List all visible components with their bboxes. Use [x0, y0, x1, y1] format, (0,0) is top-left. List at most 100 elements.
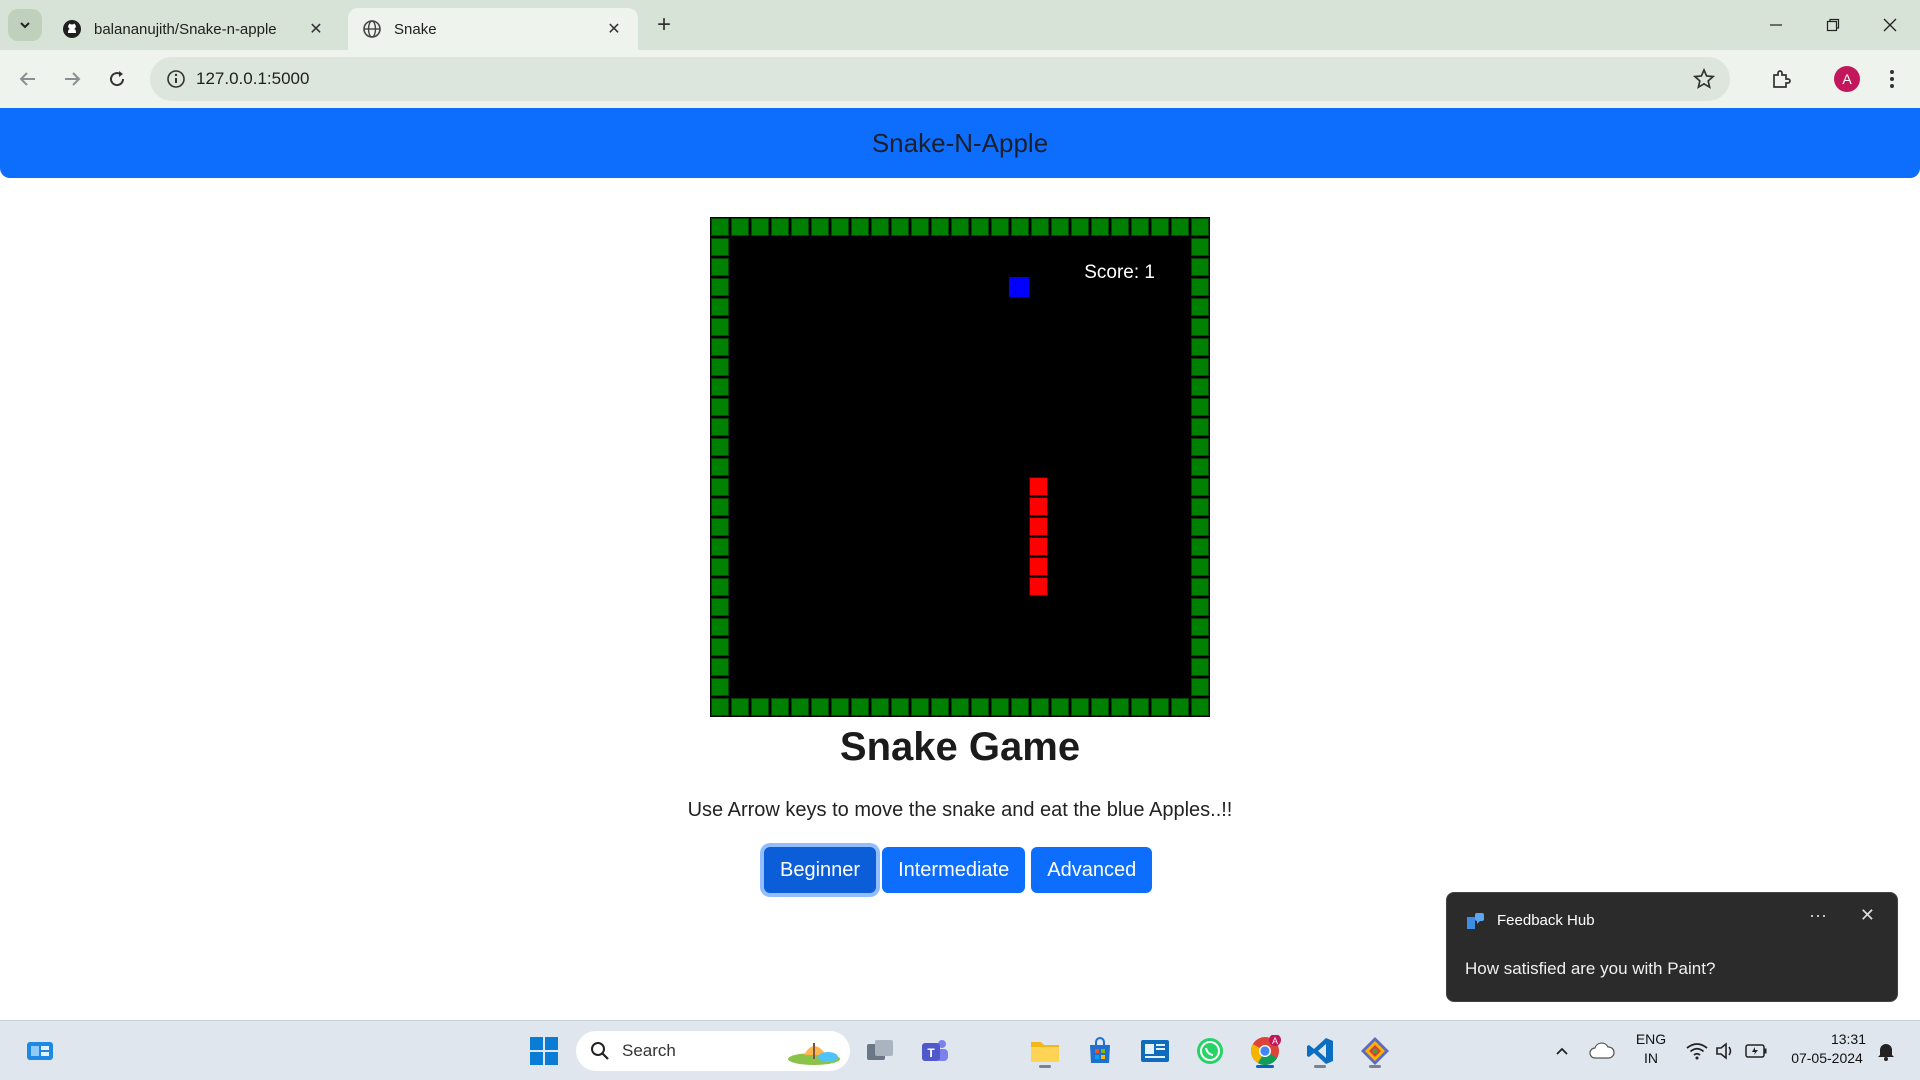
wall-block [1191, 318, 1209, 336]
svg-text:T: T [927, 1046, 935, 1060]
bookmark-star-icon[interactable] [1692, 67, 1716, 91]
more-vertical-icon [1890, 70, 1894, 88]
wall-block [1131, 218, 1149, 236]
navbar-brand[interactable]: Snake-N-Apple [872, 128, 1048, 159]
wall-block [971, 698, 989, 716]
extensions-button[interactable] [1763, 61, 1799, 97]
wall-block [1191, 418, 1209, 436]
wall-block [1031, 218, 1049, 236]
game-board[interactable]: Score: 1 [710, 217, 1210, 717]
intermediate-button[interactable]: Intermediate [882, 847, 1026, 893]
wall-block [1171, 218, 1189, 236]
wall-block [1191, 498, 1209, 516]
wall-block [771, 218, 789, 236]
wall-block [1191, 238, 1209, 256]
notifications-button[interactable] [1866, 1031, 1906, 1071]
wall-block [711, 418, 729, 436]
wall-block [1091, 698, 1109, 716]
snake-segment [1029, 477, 1048, 496]
avatar: A [1834, 66, 1860, 92]
snake-segment [1029, 557, 1048, 576]
news-app-button[interactable] [1135, 1031, 1175, 1071]
clock[interactable]: 13:31 07-05-2024 [1782, 1030, 1872, 1068]
close-tab-icon[interactable]: ✕ [306, 19, 326, 39]
forward-button[interactable] [54, 61, 90, 97]
task-view-button[interactable] [860, 1031, 900, 1071]
microsoft-store-button[interactable] [1080, 1031, 1120, 1071]
instructions-text: Use Arrow keys to move the snake and eat… [687, 799, 1233, 821]
wall-block [971, 218, 989, 236]
toast-more-button[interactable]: ··· [1809, 905, 1827, 926]
wall-block [1191, 358, 1209, 376]
whatsapp-button[interactable] [1190, 1031, 1230, 1071]
toast-close-button[interactable]: ✕ [1860, 905, 1875, 926]
browser-menu-button[interactable] [1874, 61, 1910, 97]
minimize-button[interactable] [1748, 0, 1804, 50]
paint-app-button[interactable] [1355, 1031, 1395, 1071]
wall-block [711, 498, 729, 516]
page-content: Snake-N-Apple Score: 1 Snake Game Use Ar… [0, 108, 1920, 1020]
profile-button[interactable]: A [1829, 61, 1865, 97]
wall-block [1191, 698, 1209, 716]
folder-icon [1031, 1042, 1059, 1062]
page-title: Snake Game [839, 725, 1081, 769]
wall-block [711, 358, 729, 376]
address-bar[interactable]: 127.0.0.1:5000 [150, 57, 1730, 101]
wall-block [931, 698, 949, 716]
onedrive-button[interactable] [1582, 1031, 1622, 1071]
tab-snake[interactable]: Snake ✕ [348, 8, 638, 50]
navbar: Snake-N-Apple [0, 108, 1920, 178]
wall-block [1051, 698, 1069, 716]
wall-block [711, 658, 729, 676]
wall-block [851, 698, 869, 716]
close-tab-icon[interactable]: ✕ [604, 19, 624, 39]
wall-block [871, 218, 889, 236]
chevron-up-icon [1556, 1047, 1568, 1055]
reload-button[interactable] [99, 61, 135, 97]
wall-block [1191, 518, 1209, 536]
restore-button[interactable] [1805, 0, 1861, 50]
wall-block [711, 538, 729, 556]
chrome-button[interactable]: A [1245, 1031, 1285, 1071]
arrow-right-icon [65, 72, 81, 86]
vscode-button[interactable] [1300, 1031, 1340, 1071]
back-button[interactable] [10, 61, 46, 97]
wall-block [991, 218, 1009, 236]
language-indicator[interactable]: ENG IN [1628, 1030, 1674, 1068]
snake-segment [1029, 537, 1048, 556]
wall-block [711, 378, 729, 396]
feedback-toast[interactable]: Feedback Hub ··· ✕ How satisfied are you… [1446, 892, 1898, 1002]
battery-button[interactable] [1736, 1031, 1776, 1071]
speaker-icon [1716, 1042, 1732, 1060]
file-explorer-button[interactable] [1025, 1031, 1065, 1071]
wall-block [1191, 278, 1209, 296]
tab-search-button[interactable] [8, 9, 42, 41]
show-hidden-icons-button[interactable] [1542, 1031, 1582, 1071]
close-window-button[interactable] [1862, 0, 1918, 50]
wall-block [1191, 458, 1209, 476]
wall-block [811, 698, 829, 716]
widgets-button[interactable] [20, 1031, 60, 1071]
tab-title: balananujith/Snake-n-apple [94, 20, 277, 38]
wall-block [711, 678, 729, 696]
start-button[interactable] [524, 1031, 564, 1071]
wall-block [1191, 298, 1209, 316]
url-text: 127.0.0.1:5000 [196, 69, 310, 88]
taskbar-search[interactable]: Search [576, 1031, 850, 1071]
beginner-button[interactable]: Beginner [764, 847, 877, 893]
advanced-button[interactable]: Advanced [1031, 847, 1153, 893]
wall-block [1091, 218, 1109, 236]
wall-block [711, 398, 729, 416]
teams-button[interactable]: T [915, 1031, 955, 1071]
region-code: IN [1644, 1050, 1658, 1066]
new-tab-button[interactable]: + [650, 11, 678, 39]
widgets-icon [27, 1042, 53, 1060]
github-icon [62, 19, 82, 39]
wall-block [1171, 698, 1189, 716]
wall-block [891, 698, 909, 716]
wall-block [1031, 698, 1049, 716]
site-info-icon[interactable] [156, 69, 196, 89]
wall-block [1191, 598, 1209, 616]
wall-block [811, 218, 829, 236]
tab-github[interactable]: balananujith/Snake-n-apple ✕ [48, 8, 340, 50]
